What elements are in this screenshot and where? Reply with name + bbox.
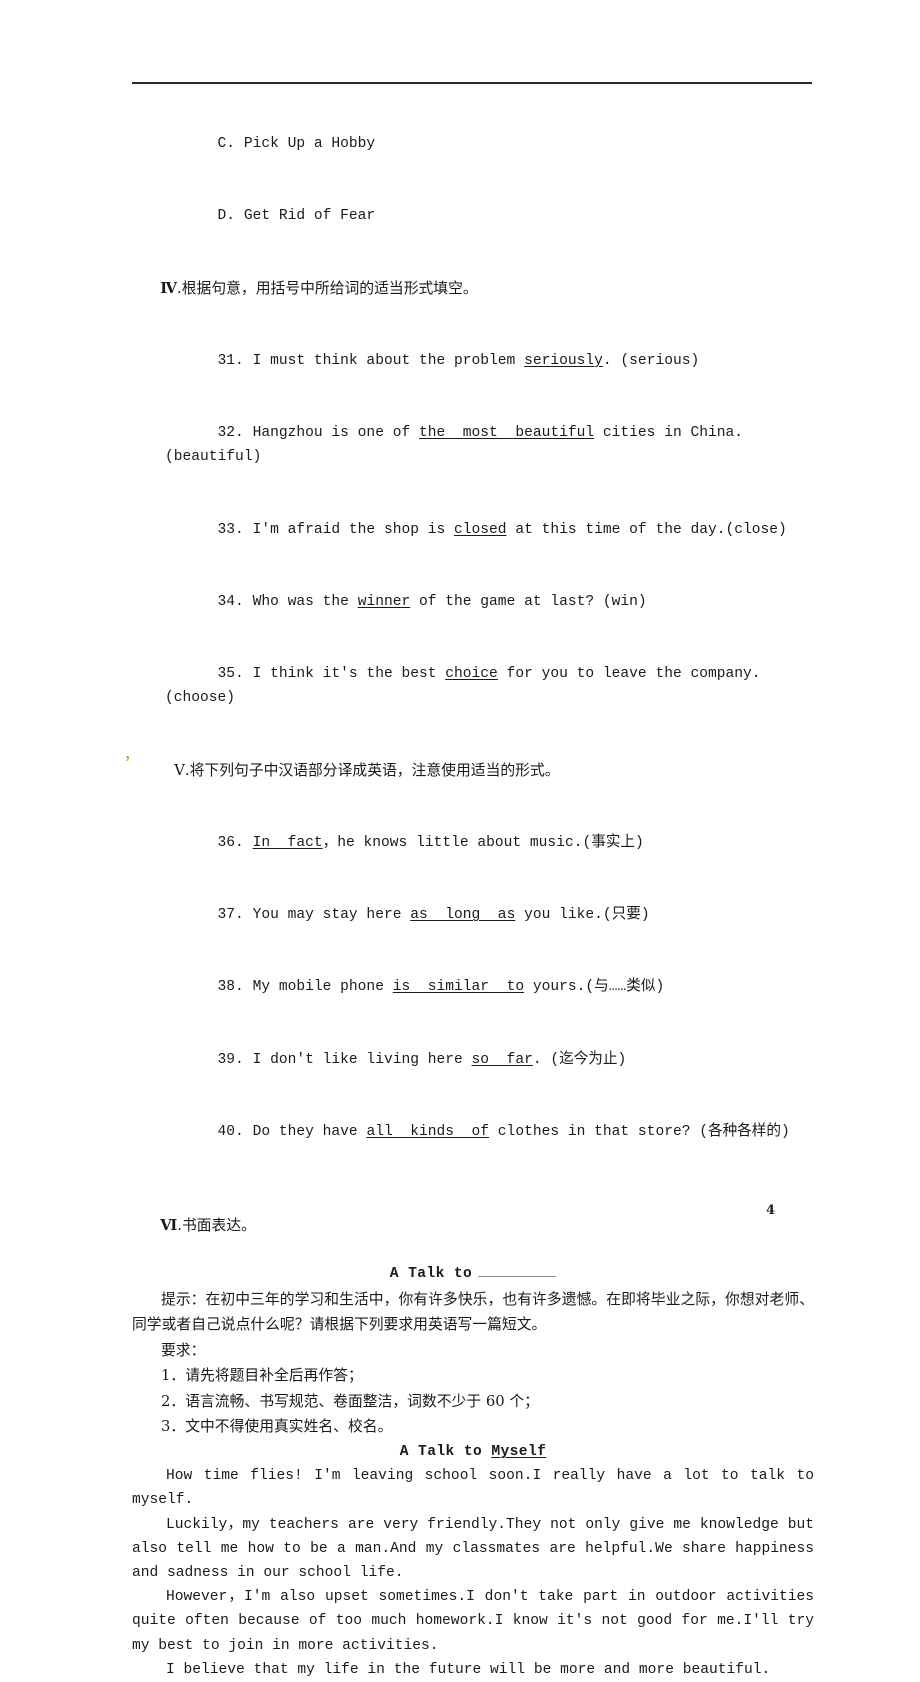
question-33: 33. I'm afraid the shop is closed at thi… bbox=[132, 494, 814, 566]
question-36-post: ，he knows little about music.(事实上) bbox=[322, 834, 644, 851]
writing-hint: 提示：在初中三年的学习和生活中，你有许多快乐，也有许多遗憾。在即将毕业之际，你想… bbox=[132, 1290, 814, 1334]
exam-page: C. Pick Up a Hobby D. Get Rid of Fear Ⅳ.… bbox=[0, 0, 920, 1678]
question-31-post: . (serious) bbox=[602, 352, 700, 369]
question-32-number: 32. bbox=[217, 425, 244, 442]
question-37-post: you like.(只要) bbox=[515, 907, 650, 924]
question-36-answer: In fact bbox=[252, 834, 323, 851]
question-40: 40. Do they have all kinds of clothes in… bbox=[132, 1096, 814, 1168]
question-31-pre: I must think about the problem bbox=[243, 352, 525, 369]
question-38-answer: is similar to bbox=[392, 979, 525, 996]
header-rule bbox=[132, 82, 812, 84]
question-39: 39. I don't like living here so far. (迄今… bbox=[132, 1024, 814, 1096]
question-31-answer: seriously bbox=[524, 352, 603, 369]
question-36-number: 36. bbox=[217, 834, 244, 851]
question-34-answer: winner bbox=[357, 593, 411, 610]
question-37: 37. You may stay here as long as you lik… bbox=[132, 879, 814, 951]
question-33-post: at this time of the day.(close) bbox=[506, 521, 787, 538]
writing-prompt-title-text: A Talk to bbox=[389, 1266, 473, 1283]
question-40-post: clothes in that store? (各种各样的) bbox=[489, 1123, 790, 1140]
requirements-label: 要求： bbox=[161, 1341, 206, 1359]
question-35-pre: I think it's the best bbox=[243, 666, 446, 683]
section-vi-heading-text: .书面表达。 bbox=[177, 1217, 256, 1235]
requirement-3: 3．文中不得使用真实姓名、校名。 bbox=[161, 1418, 393, 1436]
question-39-pre: I don't like living here bbox=[243, 1051, 472, 1068]
question-33-number: 33. bbox=[217, 521, 244, 538]
question-37-pre: You may stay here bbox=[243, 907, 411, 924]
sample-essay-title-blank: Myself bbox=[491, 1444, 547, 1461]
question-37-answer: as long as bbox=[410, 907, 516, 924]
question-40-answer: all kinds of bbox=[366, 1123, 490, 1140]
page-content: C. Pick Up a Hobby D. Get Rid of Fear Ⅳ.… bbox=[132, 108, 814, 1682]
question-39-post: . (迄今为止) bbox=[532, 1051, 627, 1068]
option-c: C. Pick Up a Hobby bbox=[132, 108, 814, 180]
section-v-numeral: Ⅴ bbox=[174, 761, 185, 779]
question-33-answer: closed bbox=[454, 521, 507, 538]
question-34: 34. Who was the winner of the game at la… bbox=[132, 566, 814, 638]
section-iv-numeral: Ⅳ bbox=[160, 279, 178, 297]
question-35-number: 35. bbox=[217, 666, 244, 683]
question-38-post: yours.(与……类似) bbox=[524, 979, 665, 996]
question-36: 36. In fact，he knows little about music.… bbox=[132, 807, 814, 879]
question-32-pre: Hangzhou is one of bbox=[243, 425, 419, 442]
scan-artifact-comma: ， bbox=[124, 747, 140, 764]
page-number: 4 bbox=[766, 1203, 776, 1218]
essay-paragraph-3: However，I'm also upset sometimes.I don't… bbox=[132, 1589, 814, 1654]
question-35: 35. I think it's the best choice for you… bbox=[132, 638, 814, 734]
option-c-label: C. Pick Up a Hobby bbox=[217, 136, 376, 153]
question-38: 38. My mobile phone is similar to yours.… bbox=[132, 951, 814, 1023]
sample-essay-title: A Talk to Myself bbox=[132, 1440, 814, 1464]
question-40-number: 40. bbox=[217, 1123, 244, 1140]
section-iv-heading-text: .根据句意，用括号中所给词的适当形式填空。 bbox=[177, 279, 478, 297]
section-v-heading-text: .将下列句子中汉语部分译成英语，注意使用适当的形式。 bbox=[184, 761, 560, 779]
sample-essay-title-prefix: A Talk to bbox=[399, 1444, 492, 1461]
question-31: 31. I must think about the problem serio… bbox=[132, 325, 814, 397]
option-d-label: D. Get Rid of Fear bbox=[217, 208, 376, 225]
section-v-heading: Ⅴ.将下列句子中汉语部分译成英语，注意使用适当的形式。 bbox=[132, 734, 814, 806]
section-vi-numeral: Ⅵ bbox=[160, 1217, 178, 1235]
section-vi-heading: Ⅵ.书面表达。 bbox=[132, 1190, 814, 1262]
question-38-pre: My mobile phone bbox=[243, 979, 393, 996]
requirement-2: 2．语言流畅、书写规范、卷面整洁，词数不少于 60 个； bbox=[161, 1392, 539, 1410]
essay-paragraph-1: How time flies! I'm leaving school soon.… bbox=[132, 1468, 814, 1509]
question-38-number: 38. bbox=[217, 979, 244, 996]
title-fill-blank[interactable] bbox=[478, 1263, 557, 1278]
question-39-answer: so far bbox=[471, 1051, 533, 1068]
section-iv-heading: Ⅳ.根据句意，用括号中所给词的适当形式填空。 bbox=[132, 253, 814, 325]
essay-paragraph-2: Luckily，my teachers are very friendly.Th… bbox=[132, 1516, 814, 1581]
question-40-pre: Do they have bbox=[243, 1123, 367, 1140]
question-37-number: 37. bbox=[217, 907, 244, 924]
question-32-answer: the most beautiful bbox=[418, 425, 595, 442]
option-d: D. Get Rid of Fear bbox=[132, 180, 814, 252]
essay-paragraph-4: I believe that my life in the future wil… bbox=[166, 1661, 771, 1678]
question-34-post: of the game at last? (win) bbox=[410, 593, 647, 610]
question-34-pre: Who was the bbox=[243, 593, 358, 610]
question-35-answer: choice bbox=[445, 666, 498, 683]
question-39-number: 39. bbox=[217, 1051, 244, 1068]
question-34-number: 34. bbox=[217, 593, 244, 610]
question-33-pre: I'm afraid the shop is bbox=[243, 521, 455, 538]
question-32: 32. Hangzhou is one of the most beautifu… bbox=[132, 397, 814, 493]
writing-prompt-title: A Talk to bbox=[132, 1262, 814, 1286]
question-31-number: 31. bbox=[217, 352, 244, 369]
requirement-1: 1．请先将题目补全后再作答； bbox=[161, 1367, 363, 1385]
question-36-pre bbox=[244, 835, 253, 851]
